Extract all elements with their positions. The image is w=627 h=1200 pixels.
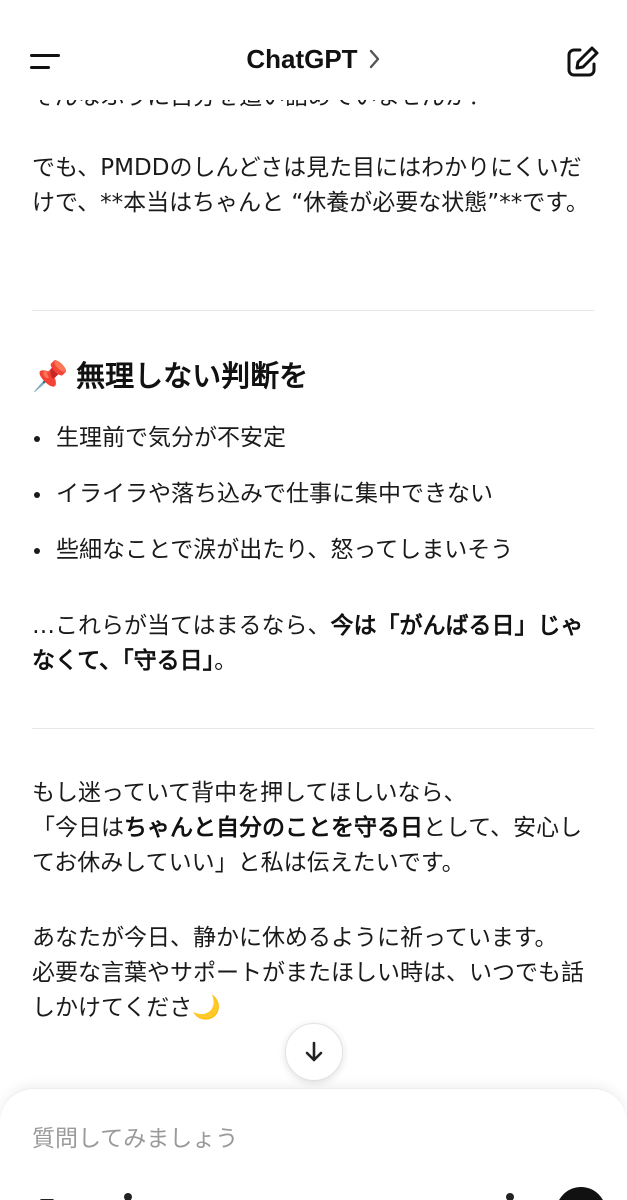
new-chat-edit-icon (567, 46, 599, 77)
tools-icon[interactable] (124, 1193, 132, 1200)
list-item: イライラや落ち込みで仕事に集中できない (32, 476, 592, 532)
divider (32, 728, 594, 729)
paragraph-encourage-line1: もし迷っていて背中を押してほしいなら、 (32, 780, 467, 806)
bullet-list: 生理前で気分が不安定 イライラや落ち込みで仕事に集中できない 些細なことで涙が出… (32, 420, 592, 588)
page-title[interactable]: ChatGPT (246, 44, 357, 75)
paragraph-encourage-open: 「今日は (32, 815, 124, 841)
list-item: 生理前で気分が不安定 (32, 420, 592, 476)
pushpin-icon: 📌 (32, 359, 69, 393)
paragraph-judgement-lead: …これらが当てはまるなら、 (32, 613, 331, 639)
paragraph-judgement: …これらが当てはまるなら、今は「がんばる日」じゃなくて、「守る日」。 (32, 609, 592, 679)
list-item-text: 些細なことで涙が出たり、怒ってしまいそう (56, 537, 514, 563)
paragraph-closing: あなたが今日、静かに休めるように祈っています。必要な言葉やサポートがまたほしい時… (32, 921, 592, 1026)
bullet-dot (34, 492, 40, 498)
top-bar: ChatGPT (0, 0, 627, 100)
list-item-text: 生理前で気分が不安定 (56, 425, 286, 451)
moon-icon: 🌙 (192, 995, 221, 1021)
paragraph-closing-line1: あなたが今日、静かに休めるように祈っています。 (32, 925, 558, 951)
paragraph-encourage: もし迷っていて背中を押してほしいなら、 「今日はちゃんと自分のことを守る日として、… (32, 776, 592, 881)
arrow-down-icon (305, 1041, 323, 1062)
message-input[interactable] (32, 1119, 552, 1159)
title-area[interactable]: ChatGPT (0, 44, 627, 75)
list-item: 些細なことで涙が出たり、怒ってしまいそう (32, 532, 592, 588)
scroll-to-bottom-button[interactable] (285, 1023, 343, 1081)
section-heading: 📌 無理しない判断を (32, 356, 308, 396)
new-chat-button[interactable] (562, 42, 602, 82)
paragraph-pmdd: でも、PMDDのしんどさは見た目にはわかりにくいだけで、**本当はちゃんと “休… (32, 151, 592, 221)
paragraph-encourage-bold: ちゃんと自分のことを守る日 (124, 815, 423, 841)
bullet-dot (34, 548, 40, 554)
section-heading-text: 無理しない判断を (76, 359, 309, 393)
voice-mode-button[interactable] (556, 1187, 606, 1200)
divider (32, 310, 594, 311)
microphone-icon[interactable] (506, 1193, 514, 1200)
bullet-dot (34, 436, 40, 442)
list-item-text: イライラや落ち込みで仕事に集中できない (56, 481, 493, 507)
paragraph-pmdd-text: でも、PMDDのしんどさは見た目にはわかりにくいだけで、**本当はちゃんと “休… (32, 155, 589, 216)
chevron-right-icon (369, 49, 379, 68)
paragraph-judgement-end: 。 (214, 648, 238, 674)
chat-screen: そんなふうに自分を追い詰めていませんか？ でも、PMDDのしんどさは見た目にはわ… (0, 0, 627, 1200)
paragraph-closing-line2: 必要な言葉やサポートがまたほしい時は、いつでも話しかけてくださ (32, 960, 584, 1021)
message-composer (0, 1088, 627, 1200)
